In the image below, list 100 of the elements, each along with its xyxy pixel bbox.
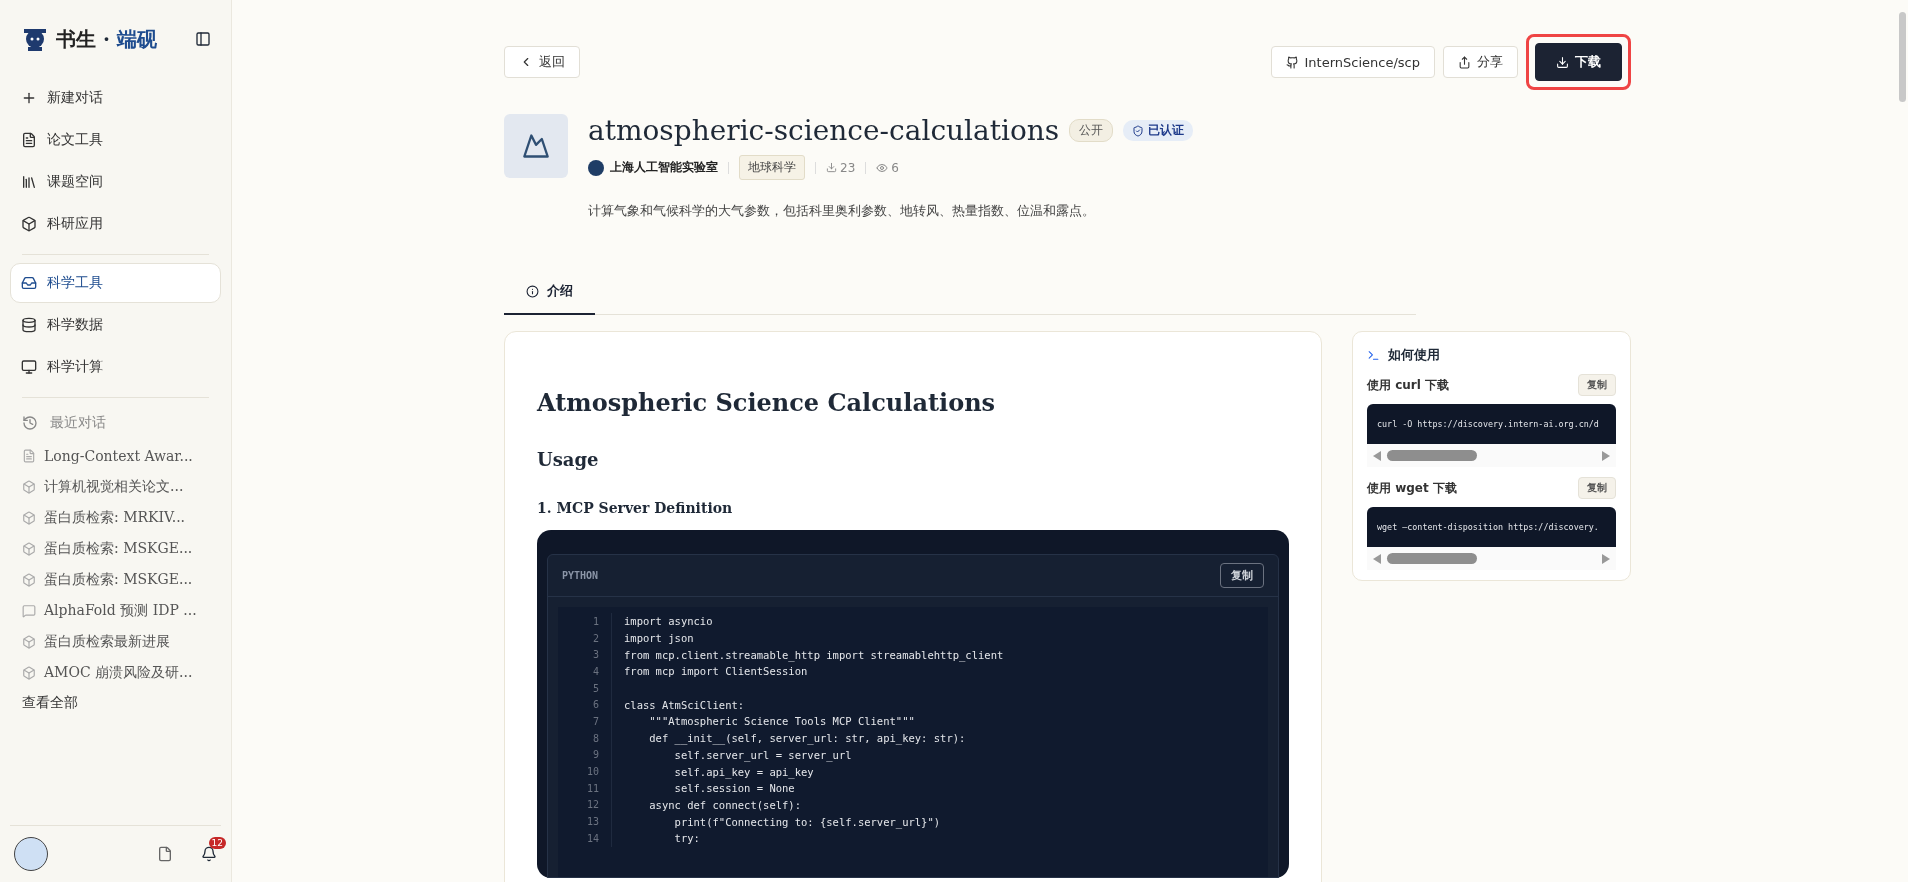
line-number: 12 [558, 796, 612, 814]
brand-name: 书生 · 端砚 [56, 25, 157, 53]
scroll-right-arrow-icon[interactable] [1602, 553, 1610, 564]
cube-icon [22, 479, 36, 494]
download-count: 23 [840, 160, 856, 175]
sidebar-item[interactable]: 科学工具 [10, 263, 221, 303]
scroll-right-arrow-icon[interactable] [1602, 450, 1610, 461]
category-tag: 地球科学 [739, 155, 805, 180]
line-number: 2 [558, 629, 612, 647]
cube-icon [22, 541, 36, 556]
recent-heading: 最近对话 [50, 414, 106, 432]
recent-chat-item[interactable]: AlphaFold 预测 IDP ... [10, 595, 221, 626]
code-line: self.server_url = server_url [673, 748, 852, 761]
code-line: self.api_key = api_key [673, 765, 814, 778]
download-button[interactable]: 下载 [1535, 43, 1622, 81]
code-line: self.session = None [673, 782, 795, 795]
line-number: 7 [558, 713, 612, 730]
sidebar-item[interactable]: 新建对话 [10, 78, 221, 118]
inbox-icon [21, 275, 37, 291]
tool-title: atmospheric-science-calculations [588, 114, 1060, 147]
sidebar-item[interactable]: 科学数据 [10, 305, 221, 345]
mountain-icon [522, 132, 550, 160]
code-line: """Atmospheric Science Tools MCP Client""" [648, 715, 915, 728]
line-number: 5 [558, 679, 612, 697]
chat-bubble-icon [22, 603, 36, 618]
code-line: import json [623, 632, 694, 645]
horizontal-scrollbar[interactable] [1367, 547, 1616, 570]
recent-chat-item[interactable]: 蛋白质检索: MRKIV... [10, 502, 221, 533]
eye-icon [876, 161, 889, 174]
scroll-left-arrow-icon[interactable] [1373, 450, 1381, 461]
cube-icon [22, 665, 36, 680]
cube-icon [22, 572, 36, 587]
visibility-tag: 公开 [1069, 119, 1114, 142]
sidebar-item[interactable]: 科学计算 [10, 347, 221, 387]
line-number: 14 [558, 829, 612, 847]
history-icon [22, 415, 38, 431]
line-number: 13 [558, 813, 612, 830]
download-icon [826, 162, 837, 173]
recent-chat-item[interactable]: 蛋白质检索: MSKGE... [10, 564, 221, 595]
sidebar-item[interactable]: 论文工具 [10, 120, 221, 160]
terminal-icon [1367, 348, 1380, 362]
copy-button[interactable]: 复制 [1578, 374, 1616, 396]
document-icon [22, 448, 36, 463]
code-line: from mcp import ClientSession [623, 665, 808, 678]
download-icon [1556, 55, 1569, 69]
vertical-scrollbar[interactable] [1899, 12, 1906, 102]
code-language: PYTHON [562, 570, 599, 581]
line-number: 1 [558, 613, 612, 630]
share-button[interactable]: 分享 [1443, 46, 1518, 78]
line-number: 11 [558, 779, 612, 797]
readme-title: Atmospheric Science Calculations [537, 388, 997, 417]
panel-title: 如何使用 [1388, 346, 1440, 364]
cube-icon [22, 634, 36, 649]
database-icon [21, 317, 37, 333]
organization-logo-icon [588, 159, 604, 176]
command-text: wget —content-disposition https://discovery. [1377, 522, 1599, 532]
section-heading: Usage [537, 449, 600, 470]
document-icon[interactable] [157, 846, 173, 862]
subsection-heading: 1. MCP Server Definition [537, 500, 734, 516]
code-line: def __init__(self, server_url: str, api_key: str): [648, 732, 966, 745]
horizontal-scrollbar[interactable] [1367, 444, 1616, 467]
code-line: from mcp.client.streamable_http import streamablehttp_client [623, 648, 1004, 661]
recent-chat-item[interactable]: 蛋白质检索: MSKGE... [10, 533, 221, 564]
verified-tag: 已认证 [1123, 120, 1194, 141]
document-icon [21, 132, 37, 148]
notification-badge: 12 [208, 837, 226, 849]
line-number: 10 [558, 763, 612, 780]
books-icon [21, 174, 37, 190]
copy-button[interactable]: 复制 [1220, 563, 1264, 588]
tool-description: 计算气象和气候科学的大气参数，包括科里奥利参数、地转风、热量指数、位温和露点。 [588, 202, 1096, 220]
monitor-icon [21, 359, 37, 375]
repository-button[interactable]: InternScience/scp [1270, 46, 1435, 78]
view-count: 6 [891, 160, 899, 175]
organization-name: 上海人工智能实验室 [610, 159, 718, 176]
sidebar-item[interactable]: 科研应用 [10, 204, 221, 244]
sidebar-item[interactable]: 课题空间 [10, 162, 221, 202]
cube-icon [21, 216, 37, 232]
bell-icon[interactable] [201, 846, 217, 862]
cube-icon [22, 510, 36, 525]
recent-chat-item[interactable]: AMOC 崩溃风险及研... [10, 657, 221, 688]
avatar[interactable] [14, 837, 48, 871]
usage-label: 使用 curl 下载 [1367, 376, 1450, 394]
scroll-left-arrow-icon[interactable] [1373, 553, 1381, 564]
recent-chat-item[interactable]: 蛋白质检索最新进展 [10, 626, 221, 657]
line-number: 6 [558, 696, 612, 714]
back-button[interactable]: 返回 [504, 46, 580, 78]
sidebar-toggle-icon[interactable] [195, 31, 211, 47]
line-number: 9 [558, 746, 612, 764]
usage-label: 使用 wget 下载 [1367, 479, 1457, 497]
github-icon [1285, 55, 1299, 69]
tab[interactable]: 介绍 [504, 272, 595, 315]
code-line: async def connect(self): [648, 798, 801, 811]
view-all-link[interactable]: 查看全部 [10, 688, 221, 718]
recent-chat-item[interactable]: Long-Context Awar... [10, 440, 221, 471]
code-line: class AtmSciClient: [623, 698, 745, 711]
shield-check-icon [1132, 124, 1145, 137]
share-icon [1458, 55, 1471, 69]
copy-button[interactable]: 复制 [1578, 477, 1616, 499]
recent-chat-item[interactable]: 计算机视觉相关论文... [10, 471, 221, 502]
line-number: 3 [558, 646, 612, 664]
